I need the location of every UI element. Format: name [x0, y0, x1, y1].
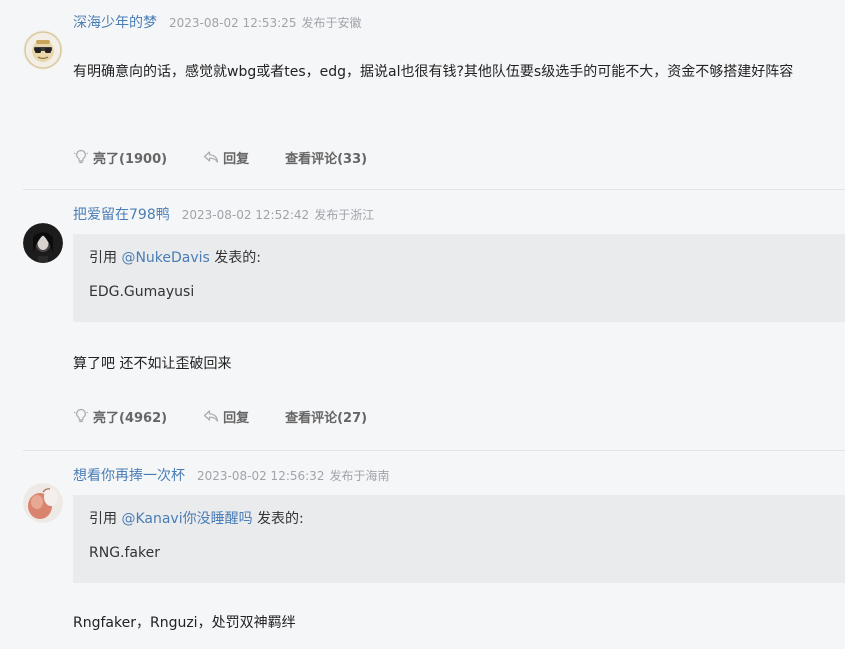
quote-suffix: 发表的:	[209, 250, 262, 266]
comment-item: 把爱留在798鸭 2023-08-02 12:52:42 发布于浙江 引用 @N…	[0, 190, 845, 450]
user-avatar[interactable]	[23, 223, 63, 263]
comment-item: 想看你再捧一次杯 2023-08-02 12:56:32 发布于海南 引用 @K…	[0, 451, 845, 649]
quote-text: RNG.faker	[89, 545, 160, 561]
username[interactable]: 想看你再捧一次杯	[73, 465, 185, 485]
peach-avatar-icon	[23, 483, 63, 523]
dark-portrait-avatar-icon	[23, 223, 63, 263]
comment-actions: 亮了(1900) 回复 查看评论(33)	[73, 147, 403, 167]
quote-text: EDG.Gumayusi	[89, 284, 195, 300]
comment-item: 深海少年的梦 2023-08-02 12:53:25 发布于安徽 有明确意向的话…	[0, 0, 845, 190]
quote-header: 引用 @NukeDavis 发表的:	[89, 247, 261, 267]
reply-arrow-icon	[203, 410, 219, 422]
timestamp: 2023-08-02 12:56:32	[197, 469, 325, 483]
view-replies-label: 查看评论(33)	[285, 151, 368, 167]
lightbulb-icon	[73, 408, 89, 423]
like-button[interactable]: 亮了(1900)	[73, 148, 167, 167]
quoted-user-mention[interactable]: @Kanavi你没睡醒吗	[121, 511, 252, 527]
comment-list: 深海少年的梦 2023-08-02 12:53:25 发布于安徽 有明确意向的话…	[0, 0, 845, 649]
reply-label: 回复	[223, 410, 250, 426]
location: 发布于海南	[329, 469, 390, 483]
comment-text: 有明确意向的话，感觉就wbg或者tes，edg，据说al也很有钱?其他队伍要s级…	[73, 64, 794, 80]
timestamp: 2023-08-02 12:52:42	[181, 208, 310, 222]
quote-header: 引用 @Kanavi你没睡醒吗 发表的:	[89, 508, 304, 528]
view-replies-label: 查看评论(27)	[285, 410, 368, 426]
location: 发布于浙江	[314, 208, 375, 222]
view-replies-link[interactable]: 查看评论(27)	[285, 407, 367, 426]
reply-label: 回复	[223, 151, 250, 167]
quote-suffix: 发表的:	[252, 511, 304, 527]
quote-block: 引用 @NukeDavis 发表的: EDG.Gumayusi	[73, 234, 845, 322]
sunglasses-avatar-icon	[23, 30, 63, 70]
username[interactable]: 把爱留在798鸭	[73, 204, 170, 224]
like-button[interactable]: 亮了(4962)	[73, 407, 167, 426]
like-count: 亮了(4962)	[93, 410, 168, 426]
comment-meta: 深海少年的梦 2023-08-02 12:53:25 发布于安徽	[73, 12, 361, 32]
location: 发布于安徽	[301, 16, 362, 30]
comment-actions: 亮了(4962) 回复 查看评论(27)	[73, 406, 403, 426]
username[interactable]: 深海少年的梦	[73, 12, 157, 32]
reply-button[interactable]: 回复	[203, 148, 249, 167]
quote-prefix: 引用	[89, 250, 122, 266]
comment-text: Rngfaker，Rnguzi，处罚双神羁绊	[73, 615, 296, 631]
user-avatar[interactable]	[23, 30, 63, 70]
comment-meta: 把爱留在798鸭 2023-08-02 12:52:42 发布于浙江	[73, 204, 374, 224]
quoted-user-mention[interactable]: @NukeDavis	[121, 250, 209, 266]
quote-prefix: 引用	[89, 511, 122, 527]
timestamp: 2023-08-02 12:53:25	[169, 16, 297, 30]
reply-button[interactable]: 回复	[203, 407, 249, 426]
reply-arrow-icon	[203, 151, 219, 163]
user-avatar[interactable]	[23, 483, 63, 523]
lightbulb-icon	[73, 149, 89, 164]
comment-meta: 想看你再捧一次杯 2023-08-02 12:56:32 发布于海南	[73, 465, 389, 485]
like-count: 亮了(1900)	[93, 151, 168, 167]
view-replies-link[interactable]: 查看评论(33)	[285, 148, 367, 167]
comment-text: 算了吧 还不如让歪破回来	[73, 356, 232, 372]
quote-block: 引用 @Kanavi你没睡醒吗 发表的: RNG.faker	[73, 495, 845, 583]
